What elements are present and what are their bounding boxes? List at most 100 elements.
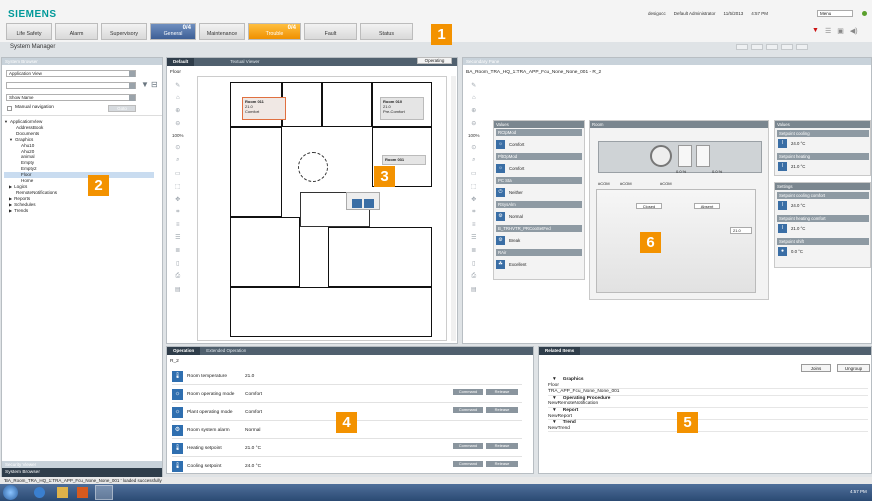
fit-icon[interactable]: ▭	[471, 170, 477, 177]
pen-icon[interactable]: ✎	[471, 82, 476, 89]
start-button-icon[interactable]	[3, 485, 18, 500]
release-button[interactable]: Release	[486, 461, 518, 467]
zoom-in-icon[interactable]: ⊕	[175, 107, 180, 114]
media-icon[interactable]	[77, 487, 88, 498]
expander-icon[interactable]: ▶	[9, 184, 12, 189]
search-icon[interactable]: ⌕	[176, 157, 179, 164]
pdf-icon[interactable]: ▤	[175, 286, 181, 293]
frame-icon[interactable]: ⌗	[176, 209, 179, 216]
value-item[interactable]: ⏻ Neither	[494, 185, 584, 200]
expander-icon[interactable]: ▶	[9, 208, 12, 213]
value-item[interactable]: ⚙ Break	[494, 233, 584, 248]
layout-button-4[interactable]	[781, 44, 793, 50]
legend-icon[interactable]: ☰	[471, 234, 476, 241]
value-item[interactable]: ☼ Comfort	[494, 161, 584, 176]
collapse-icon[interactable]: ▼	[552, 420, 557, 425]
expander-icon[interactable]: ▶	[9, 196, 12, 201]
doc-icon[interactable]: ▯	[176, 260, 179, 267]
pdf-icon[interactable]: ▤	[471, 286, 477, 293]
related-item[interactable]: NewReport	[548, 414, 868, 421]
goto-button[interactable]: Goto	[108, 105, 136, 112]
system-browser-tab[interactable]: System Browser	[2, 468, 162, 477]
select-icon[interactable]: ⬚	[471, 183, 477, 190]
tab-related-items[interactable]: Related Items	[539, 347, 581, 355]
related-item[interactable]: TRA_APP_Fcu_None_None_001	[548, 389, 868, 396]
sp-cool-comfort-row[interactable]: ǀ 24.0 °C	[778, 201, 805, 210]
room-label-031[interactable]: Room 031	[382, 155, 426, 165]
manual-nav-checkbox[interactable]	[7, 106, 12, 111]
value-item[interactable]: ☼ Comfort	[494, 137, 584, 152]
sp-cooling-row[interactable]: ǀ 24.0 °C	[778, 139, 805, 148]
release-button[interactable]: Release	[486, 389, 518, 395]
filter-icon[interactable]: ▼	[141, 80, 149, 89]
expander-icon[interactable]: ▼	[9, 137, 13, 142]
search-icon[interactable]: ⌕	[472, 157, 475, 164]
pan-icon[interactable]: ✥	[471, 196, 476, 203]
collapse-icon[interactable]: ▼	[552, 377, 557, 382]
tree-node[interactable]: ▶ Trends	[4, 208, 154, 214]
tab-default[interactable]: Default	[167, 58, 195, 66]
view-select[interactable]: Application View	[6, 70, 136, 77]
sp-heat-comfort-row[interactable]: ǀ 21.0 °C	[778, 224, 805, 233]
operation-row[interactable]: 🌡 Room temperature 21.0	[172, 369, 522, 385]
airflow-widget[interactable]	[346, 192, 380, 210]
security-viewer-tab[interactable]: Security Viewer	[2, 461, 162, 468]
speaker-icon[interactable]: ◀)	[850, 27, 858, 35]
command-button[interactable]: Command	[453, 443, 483, 449]
print-icon[interactable]: ⎙	[175, 273, 180, 280]
zoom-window-icon[interactable]: ⊙	[471, 144, 476, 151]
summary-button-supervisory[interactable]: Supervisory	[101, 23, 147, 40]
frame-icon[interactable]: ⌗	[472, 209, 475, 216]
list-icon[interactable]: ≣	[471, 247, 476, 254]
list-icon[interactable]: ≣	[175, 247, 180, 254]
sp-shift-row[interactable]: ● 0.0 °C	[778, 247, 803, 256]
list-icon[interactable]: ☰	[825, 27, 831, 35]
sp-heating-row[interactable]: ǀ 21.0 °C	[778, 162, 805, 171]
summary-button-alarm[interactable]: Alarm	[55, 23, 98, 40]
release-button[interactable]: Release	[486, 407, 518, 413]
layers-icon[interactable]: ≡	[176, 222, 180, 228]
related-item[interactable]: NewRemoteNotification	[548, 401, 868, 408]
fit-icon[interactable]: ▭	[175, 170, 181, 177]
select-icon[interactable]: ⬚	[175, 183, 181, 190]
related-item[interactable]: NewTrend	[548, 426, 868, 433]
summary-button-maintenance[interactable]: Maintenance	[199, 23, 245, 40]
home-icon[interactable]: ⌂	[176, 95, 180, 101]
summary-button-fault[interactable]: Fault	[304, 23, 357, 40]
value-item[interactable]: ⚙ Normal	[494, 209, 584, 224]
zoom-out-icon[interactable]: ⊖	[175, 120, 180, 127]
ungroup-button[interactable]: Ungroup	[837, 364, 870, 372]
summary-button-general[interactable]: 0/4 General	[150, 23, 196, 40]
pen-icon[interactable]: ✎	[175, 82, 180, 89]
tree-options-icon[interactable]: ⊟	[151, 80, 158, 89]
zoom-out-icon[interactable]: ⊖	[471, 120, 476, 127]
menu-dropdown[interactable]: Menu	[817, 10, 853, 17]
joins-button[interactable]: Joins	[801, 364, 831, 372]
summary-button-status[interactable]: Status	[360, 23, 413, 40]
command-button[interactable]: Command	[453, 461, 483, 467]
layout-button-1[interactable]	[736, 44, 748, 50]
summary-button-life-safety[interactable]: Life Safety	[6, 23, 52, 40]
browser-icon[interactable]	[34, 487, 45, 498]
layout-button-2[interactable]	[751, 44, 763, 50]
command-button[interactable]: Command	[453, 389, 483, 395]
zoom-in-icon[interactable]: ⊕	[471, 107, 476, 114]
collapse-icon[interactable]: ▼	[552, 408, 557, 413]
doc-icon[interactable]: ▯	[472, 260, 475, 267]
layout-button-5[interactable]	[796, 44, 808, 50]
room-label-010[interactable]: Room 010 21.0 Pre-Comfort	[380, 97, 424, 120]
layout-icon[interactable]: ▣	[837, 27, 844, 35]
vertical-scrollbar[interactable]	[451, 76, 456, 341]
alarm-filter-icon[interactable]: ▼	[812, 27, 819, 35]
tab-textual-viewer[interactable]: Textual Viewer	[224, 58, 265, 66]
legend-icon[interactable]: ☰	[175, 234, 180, 241]
show-name-select[interactable]: Show Name	[6, 94, 136, 101]
folder-icon[interactable]	[57, 487, 68, 498]
tab-operation[interactable]: Operation	[167, 347, 201, 355]
pan-icon[interactable]: ✥	[175, 196, 180, 203]
zoom-window-icon[interactable]: ⊙	[175, 144, 180, 151]
app-taskbar-button[interactable]	[95, 485, 113, 500]
tab-extended-operation[interactable]: Extended Operation	[200, 347, 252, 355]
print-icon[interactable]: ⎙	[471, 273, 476, 280]
layout-button-3[interactable]	[766, 44, 778, 50]
